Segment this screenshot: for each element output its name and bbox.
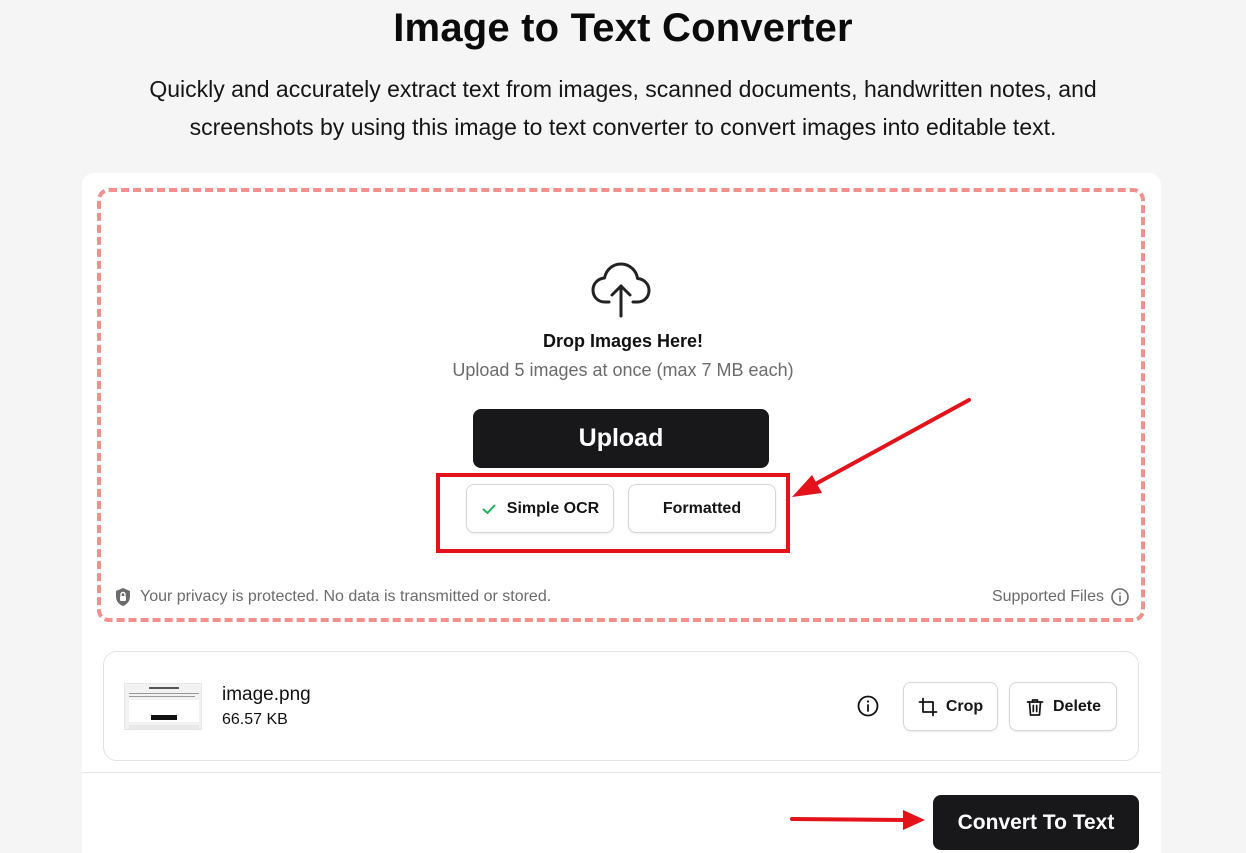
privacy-note: Your privacy is protected. No data is tr… <box>114 586 551 608</box>
crop-label: Crop <box>945 697 984 715</box>
shield-lock-icon <box>116 588 130 606</box>
file-size: 66.57 KB <box>222 711 288 728</box>
trash-icon <box>1026 698 1044 716</box>
file-info-button[interactable] <box>856 694 880 718</box>
section-divider <box>82 772 1161 773</box>
info-icon <box>857 695 879 717</box>
file-thumbnail <box>124 683 202 730</box>
cloud-upload-icon <box>591 262 651 318</box>
crop-icon <box>918 697 938 716</box>
drop-subtitle: Upload 5 images at once (max 7 MB each) <box>452 360 794 380</box>
simple-ocr-option[interactable]: Simple OCR <box>466 484 614 533</box>
privacy-text: Your privacy is protected. No data is tr… <box>140 588 552 605</box>
page-subtitle: Quickly and accurately extract text from… <box>149 76 1097 140</box>
supported-files-link[interactable]: Supported Files <box>992 586 1130 608</box>
crop-button[interactable]: Crop <box>903 682 998 731</box>
page-title: Image to Text Converter <box>393 6 853 50</box>
convert-to-text-button[interactable]: Convert To Text <box>933 795 1139 850</box>
delete-button[interactable]: Delete <box>1009 682 1117 731</box>
drop-title: Drop Images Here! <box>542 331 704 351</box>
page: Image to Text Converter Quickly and accu… <box>0 0 1246 853</box>
delete-label: Delete <box>1052 697 1102 715</box>
upload-button[interactable]: Upload <box>473 409 769 468</box>
info-icon <box>1111 588 1129 606</box>
drop-zone[interactable] <box>97 188 1145 622</box>
simple-ocr-label: Simple OCR <box>506 499 600 517</box>
supported-files-label: Supported Files <box>991 588 1104 605</box>
formatted-option[interactable]: Formatted <box>628 484 776 533</box>
check-icon <box>482 504 496 514</box>
file-name: image.png <box>222 684 311 705</box>
formatted-label: Formatted <box>662 499 742 517</box>
